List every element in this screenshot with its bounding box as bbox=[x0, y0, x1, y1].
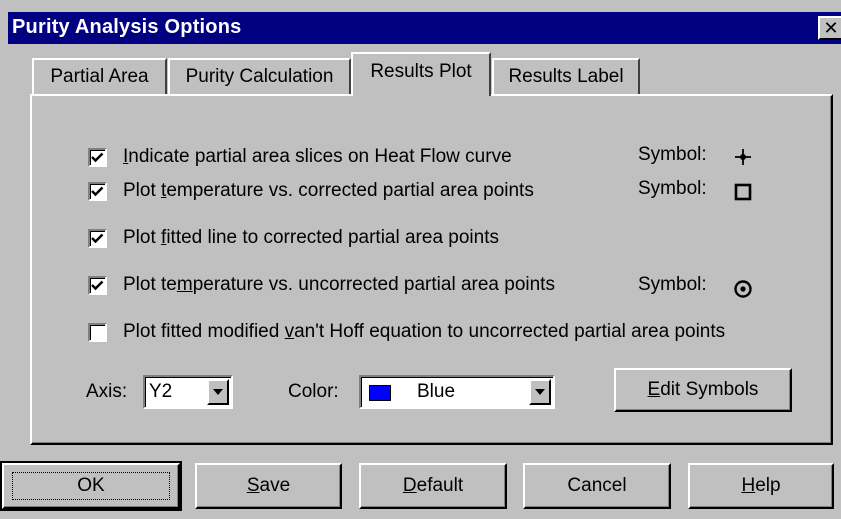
ok-button[interactable]: OK bbox=[0, 461, 182, 511]
tab-results-label[interactable]: Results Label bbox=[492, 58, 640, 94]
button-label: Default bbox=[402, 475, 464, 496]
button-label: Cancel bbox=[567, 475, 627, 496]
tab-purity-calculation[interactable]: Purity Calculation bbox=[168, 58, 351, 94]
title-bar[interactable]: Purity Analysis Options ✕ bbox=[8, 12, 841, 44]
tab-results-plot[interactable]: Results Plot bbox=[351, 52, 491, 96]
close-button[interactable]: ✕ bbox=[818, 16, 841, 40]
dialog-title: Purity Analysis Options bbox=[12, 16, 242, 38]
cancel-button[interactable]: Cancel bbox=[523, 463, 671, 509]
results-plot-panel bbox=[30, 94, 833, 445]
focus-rect bbox=[12, 472, 170, 500]
close-icon: ✕ bbox=[823, 18, 839, 38]
tab-label: Partial Area bbox=[50, 66, 149, 87]
button-label: Save bbox=[246, 475, 291, 496]
tab-partial-area[interactable]: Partial Area bbox=[32, 58, 167, 94]
tab-label: Results Plot bbox=[370, 61, 472, 82]
tab-label: Purity Calculation bbox=[185, 66, 334, 87]
purity-analysis-options-dialog: Purity Analysis Options ✕ Partial Area P… bbox=[0, 0, 841, 519]
default-button[interactable]: Default bbox=[359, 463, 507, 509]
save-button[interactable]: Save bbox=[195, 463, 342, 509]
tab-label: Results Label bbox=[508, 66, 624, 87]
help-button[interactable]: Help bbox=[688, 463, 834, 509]
button-label: Help bbox=[741, 475, 781, 496]
